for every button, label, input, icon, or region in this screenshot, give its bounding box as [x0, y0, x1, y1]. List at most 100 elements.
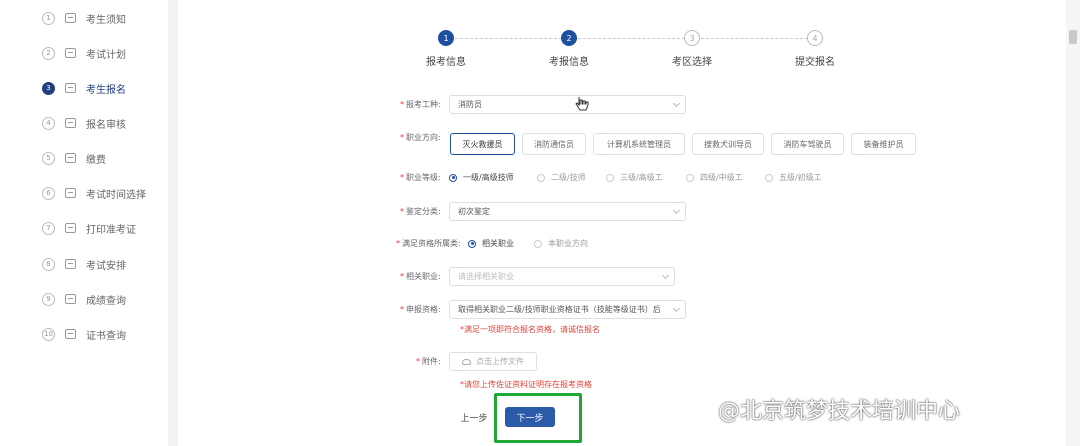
left-gutter	[0, 0, 30, 446]
sidebar-item-exam-time[interactable]: 6 考试时间选择	[42, 181, 146, 205]
radio-dot	[534, 239, 542, 248]
chevron-down-icon	[661, 271, 670, 280]
sidebar-item-label: 缴费	[86, 154, 106, 166]
qualification-belongs-label: * 满足资格所属类:	[396, 239, 461, 248]
job-type-value: 消防员	[458, 100, 482, 109]
qualification-option-own[interactable]: 本职业方向	[534, 238, 588, 249]
level-option-label: 五级/初级工	[779, 173, 822, 182]
level-option-label: 三级/高级工	[620, 173, 663, 182]
sidebar-item-label: 考试计划	[86, 49, 126, 61]
radio-dot	[606, 173, 614, 182]
sidebar-item-label: 报名审核	[86, 119, 126, 131]
sidebar-item-review[interactable]: 4 报名审核	[42, 111, 126, 135]
notice-icon	[65, 13, 76, 23]
level-option-3[interactable]: 三级/高级工	[606, 172, 663, 183]
level-option-2[interactable]: 二级/技师	[537, 172, 586, 183]
direction-label: * 职业方向:	[400, 133, 441, 142]
step-number-badge: 6	[42, 186, 55, 200]
printer-icon	[65, 223, 76, 233]
sidebar-item-exam-plan[interactable]: 2 考试计划	[42, 41, 126, 65]
step-circle: 3	[684, 30, 700, 46]
related-job-select[interactable]: 请选择相关职业	[449, 267, 675, 286]
level-option-4[interactable]: 四级/中级工	[686, 172, 743, 183]
hand-cursor-icon	[575, 96, 589, 118]
step-number-badge: 8	[42, 257, 55, 271]
sidebar-item-label: 成绩查询	[86, 295, 126, 307]
apply-qualification-label-row: * 申报资格:	[400, 304, 441, 315]
sidebar-item-label: 证书查询	[86, 330, 126, 342]
related-job-placeholder: 请选择相关职业	[458, 272, 514, 281]
sidebar-item-score[interactable]: 9 成绩查询	[42, 287, 126, 311]
related-job-label: * 相关职业:	[400, 272, 441, 281]
step-number-badge: 9	[42, 292, 55, 306]
appraisal-select[interactable]: 初次鉴定	[449, 202, 686, 221]
qualification-option-related[interactable]: 相关职业	[468, 238, 514, 249]
scrollbar[interactable]	[1066, 0, 1080, 446]
sidebar-item-label: 考试时间选择	[86, 189, 146, 201]
scrollbar-thumb[interactable]	[1069, 30, 1077, 44]
upload-cloud-icon	[462, 358, 471, 365]
level-option-label: 一级/高级技师	[463, 173, 514, 182]
level-option-5[interactable]: 五级/初级工	[765, 172, 822, 183]
step-number-badge: 4	[42, 116, 55, 130]
sidebar-item-label: 考生报名	[86, 84, 126, 96]
direction-option-communication[interactable]: 消防通信员	[522, 133, 586, 155]
upload-file-button[interactable]: 点击上传文件	[449, 352, 537, 371]
direction-option-maintenance[interactable]: 装备维护员	[851, 133, 916, 155]
chevron-down-icon	[672, 206, 681, 215]
step-circle: 4	[807, 30, 823, 46]
step-number-badge: 7	[42, 221, 55, 235]
direction-option-dog-trainer[interactable]: 搜救犬训导员	[692, 133, 764, 155]
apply-qualification-value: 取得相关职业二级/技师职业资格证书（技能等级证书）后	[458, 305, 661, 314]
radio-dot	[449, 173, 457, 182]
watermark: @北京筑梦技术培训中心	[718, 399, 961, 424]
level-label-row: * 职业等级:	[400, 172, 441, 183]
level-option-1[interactable]: 一级/高级技师	[449, 172, 514, 183]
job-type-label-row: * 报考工种:	[400, 99, 441, 110]
sidebar-item-registration[interactable]: 3 考生报名	[42, 76, 126, 100]
arrangement-icon	[65, 259, 76, 269]
step-label: 提交报名	[795, 57, 835, 68]
job-type-select[interactable]: 消防员	[449, 95, 686, 114]
step-2: 2 考报信息	[529, 30, 609, 68]
sidebar-item-notice[interactable]: 1 考生须知	[42, 6, 126, 30]
attachment-label-row: * 附件:	[416, 356, 441, 367]
upload-file-label: 点击上传文件	[476, 357, 524, 366]
step-4: 4 提交报名	[775, 30, 855, 68]
payment-icon	[65, 153, 76, 163]
direction-option-fire-rescue[interactable]: 灭火救援员	[450, 133, 515, 155]
qualification-option-label: 本职业方向	[548, 239, 588, 248]
appraisal-value: 初次鉴定	[458, 207, 490, 216]
sidebar-item-label: 考试安排	[86, 260, 126, 272]
job-type-label: * 报考工种:	[400, 100, 441, 109]
content-divider	[168, 0, 178, 446]
sidebar: 1 考生须知 2 考试计划 3 考生报名 4 报名审核 5 缴费 6 考试时间选…	[30, 0, 168, 446]
related-job-label-row: * 相关职业:	[400, 271, 441, 282]
step-circle: 1	[438, 30, 454, 46]
next-button-highlight	[494, 393, 582, 443]
sidebar-item-label: 打印准考证	[86, 224, 136, 236]
appraisal-label: * 鉴定分类:	[400, 207, 441, 216]
attachment-hint: *请您上传佐证资料证明存在报考资格	[460, 380, 592, 389]
plan-icon	[65, 48, 76, 58]
search-icon	[65, 294, 76, 304]
apply-qualification-hint: *满足一项即符合报名资格，请诚信报名	[460, 325, 600, 334]
level-option-label: 二级/技师	[551, 173, 586, 182]
prev-step-button[interactable]: 上一步	[453, 407, 495, 427]
direction-option-sysadmin[interactable]: 计算机系统管理员	[593, 133, 685, 155]
certificate-icon	[65, 329, 76, 339]
registration-icon	[65, 83, 76, 93]
sidebar-item-certificate[interactable]: 10 证书查询	[42, 322, 126, 346]
level-label: * 职业等级:	[400, 173, 441, 182]
sidebar-item-label: 考生须知	[86, 14, 126, 26]
qualification-option-label: 相关职业	[482, 239, 514, 248]
direction-option-driver[interactable]: 消防车驾驶员	[771, 133, 844, 155]
step-label: 考区选择	[672, 57, 712, 68]
step-circle: 2	[561, 30, 577, 46]
sidebar-item-arrangement[interactable]: 8 考试安排	[42, 252, 126, 276]
attachment-label: * 附件:	[416, 357, 441, 366]
sidebar-item-admission-ticket[interactable]: 7 打印准考证	[42, 216, 136, 240]
sidebar-item-payment[interactable]: 5 缴费	[42, 146, 106, 170]
direction-label-row: * 职业方向:	[400, 132, 441, 143]
apply-qualification-select[interactable]: 取得相关职业二级/技师职业资格证书（技能等级证书）后	[449, 300, 686, 319]
